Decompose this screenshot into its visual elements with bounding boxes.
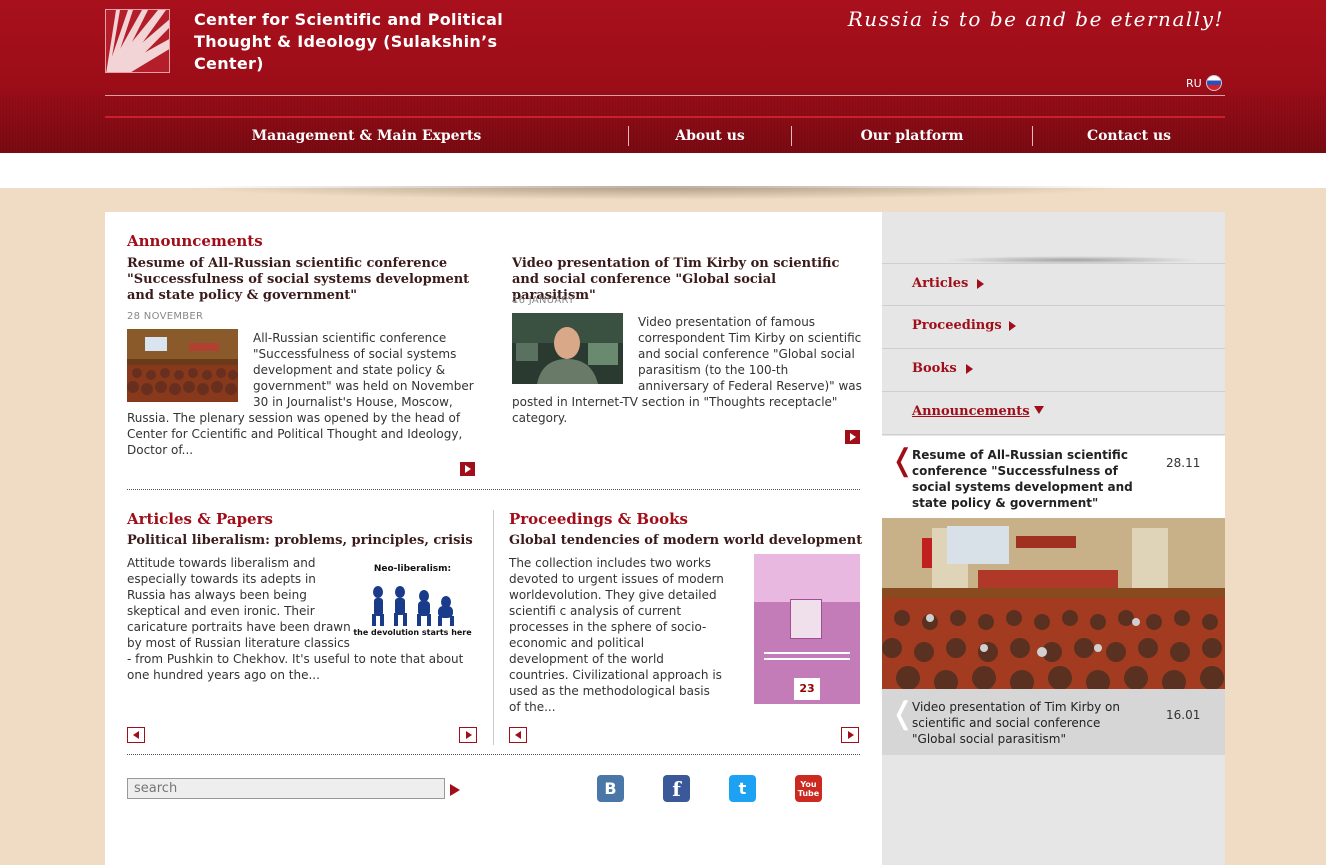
site-slogan: Russia is to be and be eternally! [847,7,1224,31]
proceedings-text-content: The collection includes two works devote… [509,556,724,714]
proceedings-title[interactable]: Global tendencies of modern world develo… [509,533,869,549]
sidebar-item-articles[interactable]: Articles [882,263,1225,306]
search-input[interactable] [127,778,445,799]
articles-heading[interactable]: Articles & Papers [127,510,273,528]
main-nav: Management & Main Experts About us Our p… [105,122,1225,152]
site-title[interactable]: Center for Scientific and Political Thou… [194,9,514,75]
sidebar-card-title: Resume of All-Russian scientific confere… [912,448,1133,510]
sidebar-conference-photo[interactable] [882,518,1225,689]
proceedings-next-button[interactable] [841,727,859,743]
chevron-right-icon [966,364,973,374]
main-content: Announcements Resume of All-Russian scie… [105,212,882,865]
sidebar-item-label: Articles [912,276,969,291]
announcement-1-text: All-Russian scientific conference "Succe… [127,330,477,458]
facebook-icon[interactable]: f [663,775,690,802]
section-divider [127,489,860,490]
youtube-icon[interactable]: You Tube [795,775,822,802]
announcement-2-date: 16 JANUARY [512,295,575,306]
sidebar-item-label: Books [912,361,957,376]
sidebar: Articles Proceedings Books Announcements… [882,212,1225,865]
article-text: Attitude towards liberalism and especial… [127,555,479,683]
proceedings-prev-button[interactable] [509,727,527,743]
sidebar-item-proceedings[interactable]: Proceedings [882,306,1225,349]
nav-platform[interactable]: Our platform [792,122,1032,150]
proceedings-heading[interactable]: Proceedings & Books [509,510,688,528]
site-logo[interactable] [105,9,170,73]
language-label: RU [1186,76,1202,90]
announcement-1-more-button[interactable] [460,462,475,476]
sidebar-item-label: Announcements [912,404,1030,419]
russian-flag-icon[interactable] [1205,75,1222,91]
announcements-heading[interactable]: Announcements [127,232,263,250]
sidebar-announcement-card[interactable]: ❬ Video presentation of Tim Kirby on sci… [882,689,1225,755]
sidebar-item-announcements[interactable]: Announcements [882,392,1225,435]
chevron-right-icon [977,279,984,289]
nav-about[interactable]: About us [629,122,791,150]
article-title[interactable]: Political liberalism: problems, principl… [127,533,487,549]
vk-glyph: B [604,779,617,798]
sidebar-item-label: Proceedings [912,318,1002,333]
twitter-icon[interactable]: t [729,775,756,802]
facebook-glyph: f [672,776,681,801]
proceedings-text: The collection includes two works devote… [509,555,865,715]
band-shadow [180,186,1140,200]
sidebar-announcement-card-active[interactable]: ❬ Resume of All-Russian scientific confe… [882,436,1225,518]
white-band [0,153,1326,188]
language-switch[interactable]: RU [1186,75,1222,91]
sidebar-card-date: 16.01 [1166,708,1201,722]
nav-contact[interactable]: Contact us [1033,122,1225,150]
column-divider [493,510,494,745]
articles-prev-button[interactable] [127,727,145,743]
vk-icon[interactable]: B [597,775,624,802]
articles-next-button[interactable] [459,727,477,743]
sidebar-card-date: 28.11 [1166,456,1201,470]
search-submit-icon[interactable] [450,784,460,796]
chevron-right-icon [1009,321,1016,331]
sidebar-card-title: Video presentation of Tim Kirby on scien… [912,700,1121,746]
footer-divider [127,754,860,755]
youtube-glyph: You Tube [797,779,820,798]
chevron-down-icon [1034,406,1044,414]
site-header: Center for Scientific and Political Thou… [0,0,1326,153]
header-divider [105,95,1225,96]
announcement-1-title[interactable]: Resume of All-Russian scientific confere… [127,256,472,304]
announcement-2-more-button[interactable] [845,430,860,444]
nav-management[interactable]: Management & Main Experts [105,122,628,150]
announcement-2-text: Video presentation of famous corresponde… [512,314,862,426]
twitter-glyph: t [738,779,747,798]
announcement-1-date: 28 NOVEMBER [127,311,204,322]
sidebar-item-books[interactable]: Books [882,349,1225,392]
nav-top-border [105,116,1225,118]
